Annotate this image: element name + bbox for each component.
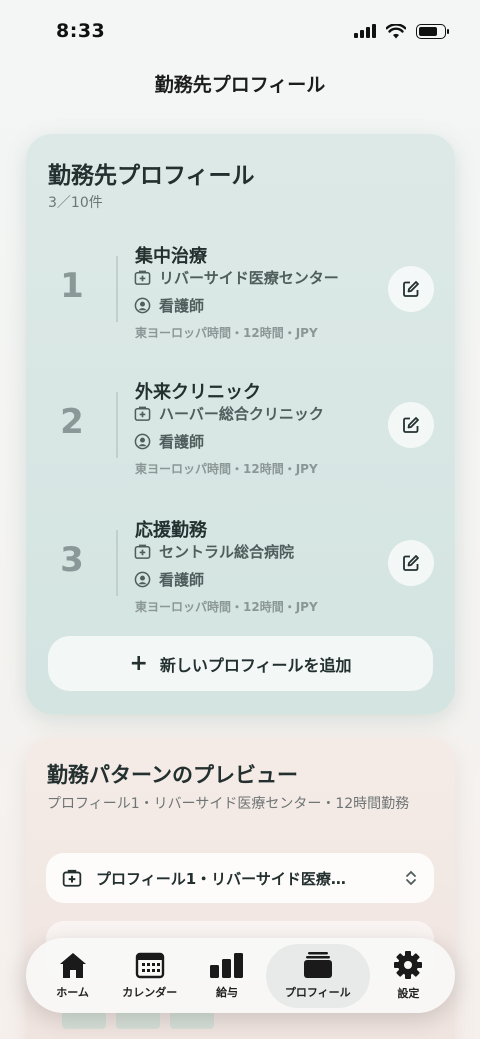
profile-number: 3 [60, 540, 84, 580]
bar-chart-icon [210, 953, 243, 978]
divider [116, 392, 118, 458]
profile-meta: 東ヨーロッパ時間・12時間・JPY [135, 600, 318, 614]
preview-title: 勤務パターンのプレビュー [47, 763, 298, 787]
house-icon [59, 953, 86, 978]
profile-name: 応援勤務 [135, 520, 207, 541]
plus-icon: + [129, 650, 148, 676]
tab-bar: ホーム カレンダー 給与 プロフィール 設定 [26, 938, 455, 1013]
add-profile-button[interactable]: + 新しいプロフィールを追加 [48, 636, 433, 691]
cellular-signal-icon [354, 24, 376, 38]
person-circle-icon [134, 571, 151, 588]
role-label: 看護師 [159, 297, 205, 315]
person-circle-icon [134, 297, 151, 314]
facility-label: リバーサイド医療センター [159, 269, 339, 287]
edit-icon [403, 555, 419, 571]
profile-facility: ハーバー総合クリニック [134, 403, 324, 424]
gear-icon [394, 951, 423, 979]
divider [116, 256, 118, 322]
status-bar: 8:33 [0, 0, 480, 62]
profile-select-value: プロフィール1・リバーサイド医療… [96, 869, 346, 888]
wifi-icon [386, 23, 406, 38]
profile-facility: リバーサイド医療センター [134, 267, 339, 288]
tab-calendar[interactable]: カレンダー [111, 944, 188, 1008]
profile-meta: 東ヨーロッパ時間・12時間・JPY [135, 326, 318, 340]
status-icons [354, 23, 449, 39]
status-time: 8:33 [56, 20, 106, 42]
battery-icon [416, 23, 449, 39]
add-profile-label: 新しいプロフィールを追加 [159, 655, 352, 675]
preview-subtitle: プロフィール1・リバーサイド医療センター・12時間勤務 [47, 796, 410, 812]
tab-label: プロフィール [284, 986, 351, 999]
tab-salary[interactable]: 給与 [188, 944, 265, 1008]
profile-number: 2 [60, 402, 84, 442]
preview-day-blocks [62, 1011, 214, 1029]
tab-home[interactable]: ホーム [34, 944, 111, 1008]
page-title: 勤務先プロフィール [154, 74, 326, 96]
profile-row: 3 応援勤務 セントラル総合病院 看護師 東ヨーロッパ時間・12時間・JPY [26, 520, 455, 650]
edit-profile-button[interactable] [388, 266, 434, 312]
edit-icon [403, 417, 419, 433]
profile-number: 1 [60, 266, 84, 306]
tab-label: 給与 [216, 986, 238, 999]
profile-name: 外来クリニック [135, 382, 261, 403]
profile-meta: 東ヨーロッパ時間・12時間・JPY [135, 462, 318, 476]
edit-profile-button[interactable] [388, 402, 434, 448]
calendar-icon [135, 952, 164, 979]
tab-label: 設定 [397, 987, 420, 1000]
profile-row: 1 集中治療 リバーサイド医療センター 看護師 東ヨーロッパ時間・12時間・JP… [26, 246, 455, 376]
medical-case-icon [134, 406, 151, 421]
facility-label: ハーバー総合クリニック [159, 405, 324, 423]
medical-case-icon [62, 869, 82, 887]
medical-case-icon [134, 270, 151, 285]
profile-role: 看護師 [134, 431, 204, 452]
profile-row: 2 外来クリニック ハーバー総合クリニック 看護師 東ヨーロッパ時間・12時間・… [26, 382, 455, 512]
role-label: 看護師 [159, 433, 205, 451]
tab-label: カレンダー [122, 986, 178, 999]
facility-label: セントラル総合病院 [159, 543, 295, 561]
role-label: 看護師 [159, 571, 205, 589]
profile-name: 集中治療 [135, 246, 207, 267]
profile-role: 看護師 [134, 295, 204, 316]
tab-settings[interactable]: 設定 [370, 944, 447, 1008]
profiles-count: 3／10件 [48, 195, 103, 211]
edit-profile-button[interactable] [388, 540, 434, 586]
profiles-card: 勤務先プロフィール 3／10件 1 集中治療 リバーサイド医療センター 看護師 … [26, 134, 455, 714]
profiles-card-title: 勤務先プロフィール [48, 163, 255, 189]
tab-profile[interactable]: プロフィール [265, 943, 370, 1008]
stack-icon [303, 952, 332, 978]
chevron-up-down-icon [406, 870, 416, 886]
tab-label: ホーム [56, 986, 89, 999]
person-circle-icon [134, 433, 151, 450]
edit-icon [403, 281, 419, 297]
divider [116, 530, 118, 596]
profile-role: 看護師 [134, 569, 204, 590]
profile-select[interactable]: プロフィール1・リバーサイド医療… [46, 853, 434, 903]
profile-facility: セントラル総合病院 [134, 541, 294, 562]
medical-case-icon [134, 544, 151, 559]
